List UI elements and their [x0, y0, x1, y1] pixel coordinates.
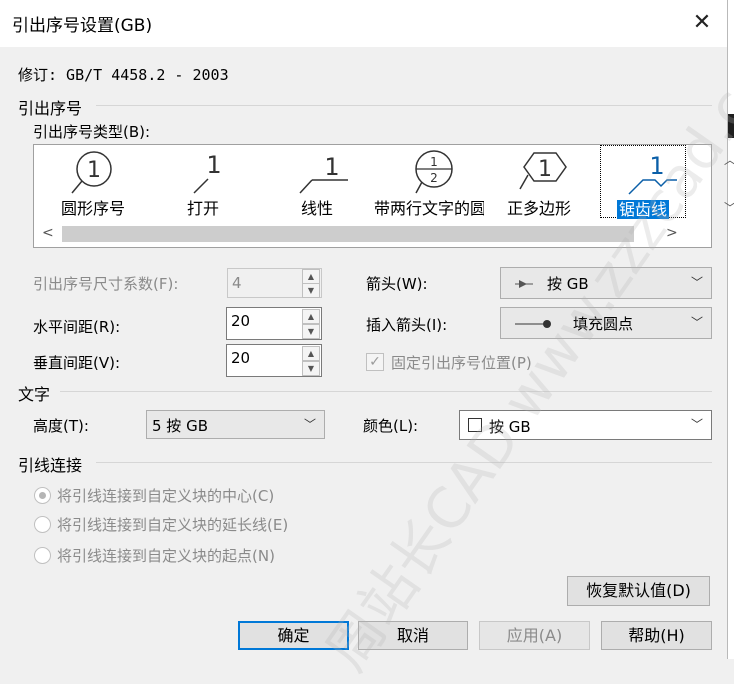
arrow-head-icon: [515, 280, 533, 288]
fix-position-label: 固定引出序号位置(P): [391, 354, 532, 372]
text-color-select[interactable]: 按 GB ﹀: [459, 410, 712, 440]
arrow-label: 箭头(W):: [366, 275, 428, 293]
v-spacing-label: 垂直间距(V):: [33, 354, 121, 372]
two-line-circle-balloon-icon: 1 2: [415, 150, 453, 194]
balloon-type-list[interactable]: 1 圆形序号 1 打开 1 线性 1 2 带两行文字的圆形序号: [33, 144, 734, 248]
scroll-down-icon[interactable]: ﹀: [724, 199, 734, 216]
scroll-left-icon[interactable]: <: [42, 225, 54, 241]
chevron-down-icon: ﹀: [690, 417, 703, 432]
help-button[interactable]: 帮助(H): [601, 621, 712, 650]
balloon-type-label-text: 锯齿线: [616, 200, 669, 219]
stepper-down-icon[interactable]: ▼: [302, 324, 320, 339]
balloon-type-item[interactable]: 1 圆形序号: [38, 145, 148, 221]
scroll-right-icon[interactable]: >: [666, 225, 678, 241]
background-app-strip: [728, 0, 734, 659]
section-divider: [96, 462, 712, 463]
filled-dot-icon: [515, 320, 551, 328]
leader-start-radio: [34, 547, 51, 564]
scroll-up-icon[interactable]: ︿: [724, 151, 734, 168]
section-divider: [60, 391, 712, 392]
leader-extension-label: 将引线连接到自定义块的延长线(E): [57, 516, 289, 534]
leader-section-heading: 引线连接: [18, 456, 83, 475]
balloon-type-label-text: 带两行文字的圆形序号: [374, 199, 484, 217]
list-vertical-scrollbar[interactable]: ︿ ﹀: [718, 145, 734, 221]
zigzag-balloon-icon: 1: [628, 152, 677, 195]
size-factor-stepper: 4 ▲ ▼: [227, 268, 322, 298]
balloon-type-label: 引出序号类型(B):: [33, 123, 151, 141]
size-factor-label: 引出序号尺寸系数(F):: [33, 275, 179, 293]
text-color-value: 按 GB: [489, 418, 531, 436]
size-factor-value: 4: [232, 274, 242, 292]
open-balloon-icon: 1: [193, 151, 222, 194]
chevron-down-icon: ﹀: [690, 275, 703, 290]
v-spacing-value[interactable]: 20: [231, 349, 250, 367]
svg-text:1: 1: [538, 157, 552, 182]
balloon-type-label-text: 圆形序号: [60, 199, 125, 218]
fix-position-checkbox: ✓: [366, 353, 384, 371]
restore-defaults-button[interactable]: 恢复默认值(D): [567, 576, 710, 606]
stepper-down-icon[interactable]: ▼: [302, 361, 320, 376]
svg-text:1: 1: [649, 152, 664, 180]
balloon-type-item[interactable]: 1 正多边形: [484, 145, 594, 221]
svg-text:1: 1: [430, 155, 438, 169]
polygon-balloon-icon: 1: [519, 152, 567, 190]
background-app-strip-dark: [728, 114, 734, 138]
leader-start-label: 将引线连接到自定义块的起点(N): [57, 547, 275, 565]
v-spacing-stepper[interactable]: 20 ▲ ▼: [226, 344, 322, 377]
balloon-type-item[interactable]: 1 打开: [148, 145, 258, 221]
h-spacing-stepper[interactable]: 20 ▲ ▼: [226, 307, 322, 340]
cancel-button[interactable]: 取消: [358, 621, 468, 650]
stepper-up-icon: ▲: [302, 269, 320, 284]
balloon-section-heading: 引出序号: [18, 99, 83, 118]
balloon-type-label-text: 线性: [300, 199, 333, 218]
svg-text:2: 2: [430, 171, 438, 185]
chevron-down-icon: ﹀: [303, 417, 316, 432]
text-height-label: 高度(T):: [33, 417, 89, 435]
scroll-thumb[interactable]: [62, 226, 634, 242]
h-spacing-value[interactable]: 20: [231, 312, 250, 330]
arrow-select-value: 按 GB: [547, 275, 589, 293]
text-color-label: 颜色(L):: [363, 417, 419, 435]
stepper-up-icon[interactable]: ▲: [302, 309, 320, 324]
balloon-type-label-text: 打开: [186, 199, 219, 218]
stepper-down-icon: ▼: [302, 283, 320, 298]
section-divider: [96, 105, 712, 106]
text-section-heading: 文字: [18, 385, 51, 404]
color-swatch: [468, 418, 482, 432]
text-height-value: 5 按 GB: [152, 417, 208, 435]
insert-arrow-select-value: 填充圆点: [573, 315, 634, 333]
arrow-select[interactable]: 按 GB ﹀: [500, 267, 712, 299]
stepper-up-icon[interactable]: ▲: [302, 346, 320, 361]
circle-balloon-icon: 1: [71, 151, 112, 194]
revision-text: 修订: GB/T 4458.2 - 2003: [18, 66, 229, 84]
leader-center-label: 将引线连接到自定义块的中心(C): [57, 487, 275, 505]
svg-text:1: 1: [324, 153, 339, 181]
leader-center-radio: [34, 487, 51, 504]
dialog-title: 引出序号设置(GB): [12, 16, 153, 36]
svg-text:1: 1: [87, 158, 101, 183]
chevron-down-icon: ﹀: [690, 315, 703, 330]
close-icon[interactable]: ✕: [688, 9, 716, 37]
linear-balloon-icon: 1: [299, 153, 348, 194]
balloon-type-label-text: 正多边形: [506, 199, 571, 218]
balloon-type-item[interactable]: 1 线性: [262, 145, 372, 221]
h-spacing-label: 水平间距(R):: [33, 318, 121, 336]
insert-arrow-select[interactable]: 填充圆点 ﹀: [500, 307, 712, 339]
leader-extension-radio: [34, 516, 51, 533]
balloon-type-item-selected[interactable]: 1 锯齿线: [600, 145, 686, 219]
apply-button: 应用(A): [479, 621, 590, 650]
insert-arrow-label: 插入箭头(I):: [366, 316, 448, 334]
list-horizontal-scrollbar[interactable]: < >: [34, 221, 711, 247]
ok-button[interactable]: 确定: [238, 621, 349, 650]
text-height-select[interactable]: 5 按 GB ﹀: [146, 410, 325, 439]
svg-text:1: 1: [206, 151, 221, 179]
balloon-type-item[interactable]: 1 2 带两行文字的圆形序号: [374, 145, 484, 221]
